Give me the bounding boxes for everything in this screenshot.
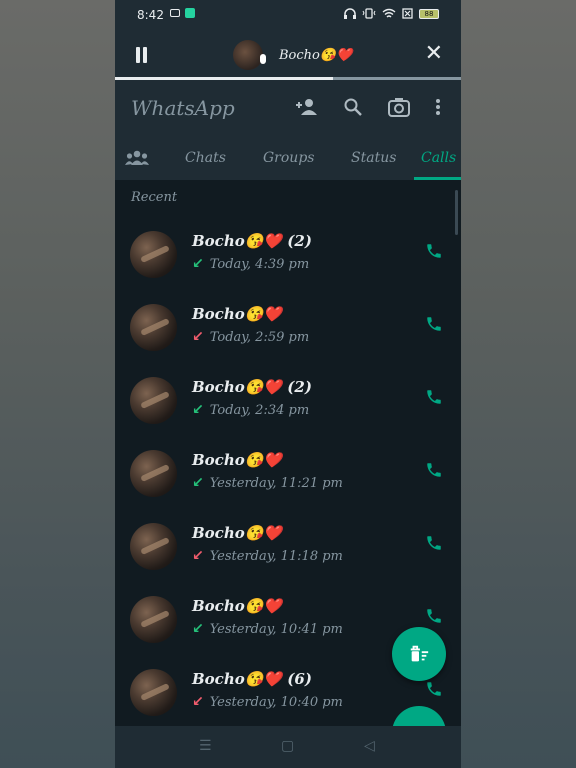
call-row[interactable]: Bocho😘❤️ (2) ↙ Today, 2:34 pm xyxy=(115,366,461,439)
call-time: Today, 2:59 pm xyxy=(209,329,310,345)
phone-call-icon[interactable] xyxy=(425,534,443,552)
status-system-icons: 88 xyxy=(344,8,439,19)
status-bar: 8:42 88 xyxy=(115,0,461,30)
call-details: ↙ Yesterday, 11:18 pm xyxy=(192,548,343,564)
tab-calls[interactable]: Calls xyxy=(421,150,456,166)
incoming-call-arrow-icon: ↙ xyxy=(192,256,204,272)
call-time: Yesterday, 11:21 pm xyxy=(209,475,343,491)
avatar[interactable] xyxy=(130,231,177,278)
incoming-call-arrow-icon: ↙ xyxy=(192,475,204,491)
tab-status[interactable]: Status xyxy=(351,150,396,166)
no-sim-icon xyxy=(402,8,413,19)
call-contact-name: Bocho😘❤️ (2) xyxy=(192,232,312,250)
home-nav-icon[interactable]: ▢ xyxy=(281,738,294,754)
phone-call-icon[interactable] xyxy=(425,242,443,260)
wifi-icon xyxy=(382,8,396,18)
call-details: ↙ Today, 2:34 pm xyxy=(192,402,309,418)
incoming-call-arrow-icon: ↙ xyxy=(192,621,204,637)
status-notification-icons xyxy=(170,8,195,18)
phone-call-icon[interactable] xyxy=(425,607,443,625)
tab-groups[interactable]: Groups xyxy=(263,150,314,166)
mic-icon xyxy=(260,54,266,64)
camera-icon[interactable] xyxy=(388,97,410,117)
call-contact-name: Bocho😘❤️ xyxy=(192,305,283,323)
phone-call-icon[interactable] xyxy=(425,680,443,698)
phone-call-icon[interactable] xyxy=(425,315,443,333)
missed-call-arrow-icon: ↙ xyxy=(192,329,204,345)
search-icon[interactable] xyxy=(344,98,362,116)
communities-icon[interactable] xyxy=(125,150,149,166)
call-row[interactable]: Bocho😘❤️ ↙ Yesterday, 11:18 pm xyxy=(115,512,461,585)
call-row[interactable]: Bocho😘❤️ ↙ Yesterday, 11:21 pm xyxy=(115,439,461,512)
call-time: Today, 2:34 pm xyxy=(209,402,310,418)
call-details: ↙ Today, 4:39 pm xyxy=(192,256,309,272)
call-contact-name: Bocho😘❤️ (2) xyxy=(192,378,312,396)
avatar[interactable] xyxy=(130,450,177,497)
back-nav-icon[interactable]: ◁ xyxy=(364,738,375,754)
section-label-recent: Recent xyxy=(131,190,178,205)
call-time: Yesterday, 10:41 pm xyxy=(209,621,343,637)
sender-avatar xyxy=(233,40,266,70)
phone-call-icon[interactable] xyxy=(425,461,443,479)
headphones-icon xyxy=(344,8,356,19)
voice-message-banner[interactable]: Bocho😘❤️ ✕ xyxy=(115,30,461,80)
phone-call-icon[interactable] xyxy=(425,388,443,406)
avatar[interactable] xyxy=(130,669,177,716)
battery-icon: 88 xyxy=(419,8,439,19)
tab-chats[interactable]: Chats xyxy=(185,150,226,166)
scrollbar[interactable] xyxy=(455,190,458,235)
close-icon[interactable]: ✕ xyxy=(425,43,443,65)
call-time: Yesterday, 11:18 pm xyxy=(209,548,343,564)
missed-call-arrow-icon: ↙ xyxy=(192,694,204,710)
call-details: ↙ Today, 2:59 pm xyxy=(192,329,309,345)
call-time: Yesterday, 10:40 pm xyxy=(209,694,343,710)
delete-sweep-icon xyxy=(410,645,429,662)
phone-screen: 8:42 88 Bocho😘❤️ ✕ WhatsApp Chats Groups… xyxy=(115,0,461,768)
clear-call-log-button[interactable] xyxy=(392,627,446,681)
call-contact-name: Bocho😘❤️ xyxy=(192,451,283,469)
system-nav-bar: ☰ ▢ ◁ xyxy=(115,726,461,768)
voice-sender: Bocho😘❤️ xyxy=(233,40,352,70)
avatar[interactable] xyxy=(130,304,177,351)
app-header: WhatsApp Chats Groups Status Calls xyxy=(115,80,461,180)
call-details: ↙ Yesterday, 11:21 pm xyxy=(192,475,343,491)
call-details: ↙ Yesterday, 10:41 pm xyxy=(192,621,343,637)
notification-icon xyxy=(170,9,180,17)
call-contact-name: Bocho😘❤️ (6) xyxy=(192,670,312,688)
tab-bar: Chats Groups Status Calls xyxy=(115,140,461,180)
call-contact-name: Bocho😘❤️ xyxy=(192,524,283,542)
app-title: WhatsApp xyxy=(131,96,235,120)
avatar[interactable] xyxy=(130,523,177,570)
missed-call-arrow-icon: ↙ xyxy=(192,548,204,564)
call-time: Today, 4:39 pm xyxy=(209,256,310,272)
avatar[interactable] xyxy=(130,377,177,424)
incoming-call-arrow-icon: ↙ xyxy=(192,402,204,418)
call-row[interactable]: Bocho😘❤️ (2) ↙ Today, 4:39 pm xyxy=(115,220,461,293)
call-row[interactable]: Bocho😘❤️ ↙ Today, 2:59 pm xyxy=(115,293,461,366)
status-time: 8:42 xyxy=(137,8,164,22)
call-details: ↙ Yesterday, 10:40 pm xyxy=(192,694,343,710)
voice-sender-name: Bocho😘❤️ xyxy=(279,47,353,63)
avatar[interactable] xyxy=(130,596,177,643)
vibrate-icon xyxy=(362,8,376,19)
pause-icon[interactable] xyxy=(135,47,149,63)
add-contact-icon[interactable] xyxy=(295,98,319,116)
message-app-icon xyxy=(185,8,195,18)
recents-nav-icon[interactable]: ☰ xyxy=(199,738,212,754)
call-contact-name: Bocho😘❤️ xyxy=(192,597,283,615)
more-options-icon[interactable] xyxy=(435,98,441,116)
